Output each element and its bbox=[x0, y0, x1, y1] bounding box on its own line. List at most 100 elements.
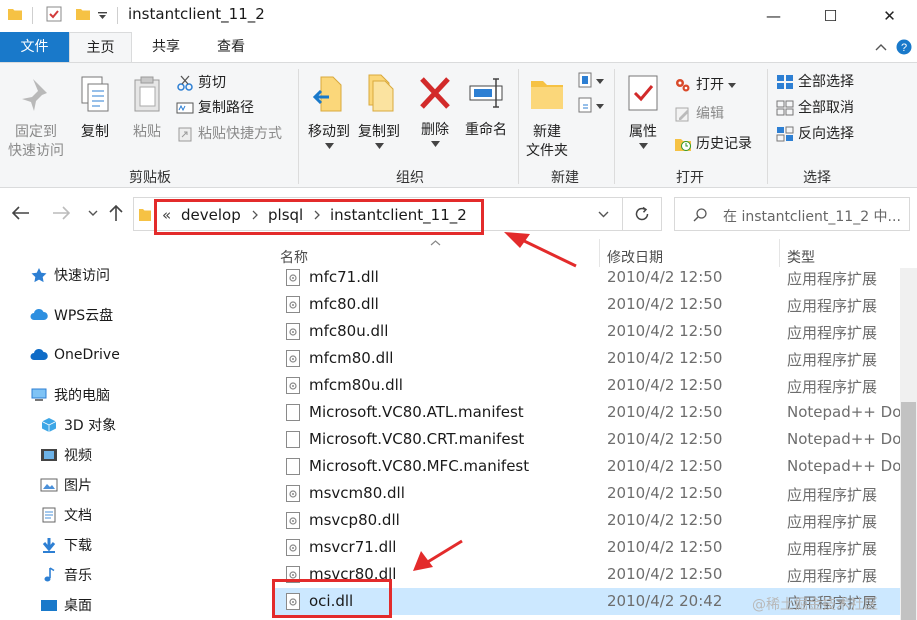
table-row[interactable]: mfc80u.dll 2010/4/2 12:50 应用程序扩展 bbox=[272, 318, 902, 345]
paste-button[interactable]: 粘贴 bbox=[124, 75, 170, 142]
forward-arrow-icon[interactable] bbox=[52, 206, 70, 220]
open-label: 打开 bbox=[696, 77, 724, 93]
close-button[interactable]: ✕ bbox=[862, 0, 917, 32]
ribbon-home: 固定到 快速访问 复制 粘贴 剪切 复制路径 粘贴快捷方式 剪贴板 移动到 复制… bbox=[0, 62, 917, 188]
nav-item-videos[interactable]: 视频 bbox=[40, 443, 92, 467]
table-row[interactable]: mfc80.dll 2010/4/2 12:50 应用程序扩展 bbox=[272, 291, 902, 318]
title-bar: instantclient_11_2 — ☐ ✕ bbox=[0, 0, 917, 32]
nav-item-quick-access[interactable]: 快速访问 bbox=[30, 263, 110, 287]
copy-path-button[interactable]: 复制路径 bbox=[176, 97, 254, 119]
open-button[interactable]: 打开 bbox=[674, 74, 736, 96]
scrollbar-thumb[interactable] bbox=[901, 402, 916, 620]
paste-shortcut-button[interactable]: 粘贴快捷方式 bbox=[176, 123, 282, 145]
back-arrow-icon[interactable] bbox=[12, 206, 30, 220]
history-button[interactable]: 历史记录 bbox=[674, 133, 752, 155]
nav-item-3d-objects[interactable]: 3D 对象 bbox=[40, 413, 116, 437]
pin-label-line2: 快速访问 bbox=[8, 143, 64, 159]
group-label-new: 新建 bbox=[551, 170, 579, 186]
help-icon[interactable]: ? bbox=[896, 39, 912, 55]
tab-home[interactable]: 主页 bbox=[69, 32, 132, 62]
nav-item-desktop[interactable]: 桌面 bbox=[40, 593, 92, 617]
invert-selection-button[interactable]: 反向选择 bbox=[776, 123, 854, 145]
rename-button[interactable]: 重命名 bbox=[460, 75, 512, 140]
select-none-button[interactable]: 全部取消 bbox=[776, 97, 854, 119]
file-type: 应用程序扩展 bbox=[787, 270, 878, 288]
file-date: 2010/4/2 12:50 bbox=[607, 430, 723, 448]
tab-view[interactable]: 查看 bbox=[200, 32, 262, 62]
table-row[interactable]: Microsoft.VC80.CRT.manifest 2010/4/2 12:5… bbox=[272, 426, 902, 453]
paste-shortcut-icon bbox=[178, 127, 192, 142]
dll-file-icon bbox=[286, 377, 300, 394]
maximize-button[interactable]: ☐ bbox=[803, 0, 858, 32]
cut-label: 剪切 bbox=[198, 75, 226, 91]
properties-check-icon[interactable] bbox=[46, 6, 62, 22]
dll-file-icon bbox=[286, 350, 300, 367]
nav-item-downloads[interactable]: 下载 bbox=[40, 533, 92, 557]
move-to-button[interactable]: 移动到 bbox=[302, 73, 356, 149]
select-all-button[interactable]: 全部选择 bbox=[776, 71, 854, 93]
nav-item-onedrive[interactable]: OneDrive bbox=[30, 343, 120, 367]
table-row[interactable]: Microsoft.VC80.ATL.manifest 2010/4/2 12:5… bbox=[272, 399, 902, 426]
table-row[interactable]: mfcm80u.dll 2010/4/2 12:50 应用程序扩展 bbox=[272, 372, 902, 399]
table-row[interactable]: msvcm80.dll 2010/4/2 12:50 应用程序扩展 bbox=[272, 480, 902, 507]
edit-button[interactable]: 编辑 bbox=[674, 103, 724, 125]
properties-label: 属性 bbox=[629, 124, 657, 140]
table-row[interactable]: msvcp80.dll 2010/4/2 12:50 应用程序扩展 bbox=[272, 507, 902, 534]
edit-label: 编辑 bbox=[696, 106, 724, 122]
nav-item-music[interactable]: 音乐 bbox=[40, 563, 92, 587]
open-gear-icon bbox=[676, 79, 690, 92]
file-list: 名称 修改日期 类型 mfc71.dll 2010/4/2 12:50 应用程序扩展… bbox=[262, 239, 917, 620]
properties-button[interactable]: 属性 bbox=[620, 73, 666, 149]
film-icon bbox=[41, 449, 57, 461]
table-row[interactable]: msvcr71.dll 2010/4/2 12:50 应用程序扩展 bbox=[272, 534, 902, 561]
dll-file-icon bbox=[286, 512, 300, 529]
search-input[interactable]: 在 instantclient_11_2 中... bbox=[674, 197, 910, 231]
file-date: 2010/4/2 12:50 bbox=[607, 295, 723, 313]
ribbon-collapse-icon[interactable] bbox=[875, 43, 887, 51]
up-arrow-icon[interactable] bbox=[109, 204, 123, 222]
copy-button[interactable]: 复制 bbox=[72, 75, 118, 142]
chevron-down-icon bbox=[728, 82, 736, 88]
nav-item-this-pc[interactable]: 我的电脑 bbox=[30, 383, 110, 407]
nav-label: 音乐 bbox=[64, 568, 92, 584]
table-row[interactable]: mfc71.dll 2010/4/2 12:50 应用程序扩展 bbox=[272, 264, 902, 291]
select-none-icon bbox=[776, 100, 794, 116]
nav-item-pictures[interactable]: 图片 bbox=[40, 473, 92, 497]
ribbon-tabs: 文件 主页 共享 查看 ? bbox=[0, 32, 917, 62]
refresh-button[interactable] bbox=[623, 197, 662, 231]
pin-to-quick-access-button[interactable]: 固定到 快速访问 bbox=[4, 75, 68, 161]
tab-share[interactable]: 共享 bbox=[135, 32, 197, 62]
pin-icon bbox=[22, 79, 47, 111]
nav-item-documents[interactable]: 文档 bbox=[40, 503, 92, 527]
copy-to-button[interactable]: 复制到 bbox=[352, 73, 406, 149]
table-row[interactable]: Microsoft.VC80.MFC.manifest 2010/4/2 12:5… bbox=[272, 453, 902, 480]
svg-text:?: ? bbox=[901, 42, 907, 54]
file-type: 应用程序扩展 bbox=[787, 513, 878, 531]
divider bbox=[599, 239, 600, 267]
cut-button[interactable]: 剪切 bbox=[176, 72, 226, 94]
nav-item-wps-cloud[interactable]: WPS云盘 bbox=[30, 303, 113, 327]
address-dropdown-icon[interactable] bbox=[598, 211, 609, 218]
new-folder-button[interactable]: 新建 文件夹 bbox=[522, 73, 572, 161]
folder-icon bbox=[8, 9, 22, 20]
minimize-button[interactable]: — bbox=[746, 0, 801, 32]
file-type: 应用程序扩展 bbox=[787, 486, 878, 504]
new-item-icon[interactable] bbox=[578, 72, 606, 90]
chevron-down-icon bbox=[638, 143, 648, 149]
file-date: 2010/4/2 12:50 bbox=[607, 322, 723, 340]
group-label-select: 选择 bbox=[803, 170, 831, 186]
recent-locations-chevron-icon[interactable] bbox=[88, 210, 98, 217]
divider bbox=[779, 239, 780, 267]
customize-dropdown-icon[interactable] bbox=[98, 12, 107, 19]
new-folder-icon[interactable] bbox=[76, 7, 90, 20]
chevron-down-icon bbox=[430, 141, 440, 147]
nav-label: 我的电脑 bbox=[54, 388, 110, 404]
table-row[interactable]: mfcm80.dll 2010/4/2 12:50 应用程序扩展 bbox=[272, 345, 902, 372]
delete-button[interactable]: 删除 bbox=[412, 75, 458, 147]
easy-access-icon[interactable] bbox=[578, 97, 606, 115]
tab-file[interactable]: 文件 bbox=[0, 32, 69, 62]
nav-label: 视频 bbox=[64, 448, 92, 464]
nav-label: 桌面 bbox=[64, 598, 92, 614]
search-icon bbox=[693, 208, 707, 222]
watermark: @稀土掘金技术社区 bbox=[752, 597, 878, 613]
